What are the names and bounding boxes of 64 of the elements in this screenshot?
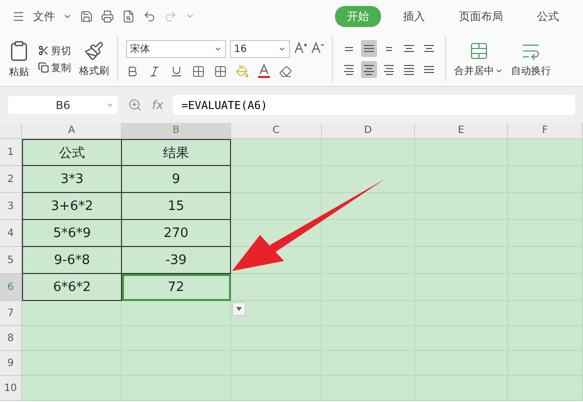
italic-icon[interactable]: [148, 64, 161, 78]
alignment-button[interactable]: [361, 40, 377, 57]
table-cell: 270: [122, 220, 231, 247]
autofill-options-button[interactable]: [232, 302, 246, 316]
border-icon[interactable]: [192, 64, 205, 78]
row-header[interactable]: 7: [0, 301, 22, 326]
font-color-icon[interactable]: [258, 64, 270, 78]
save-icon[interactable]: [80, 10, 93, 22]
caret-icon[interactable]: [236, 307, 242, 311]
table-cell: -39: [122, 247, 231, 274]
cut-button[interactable]: 剪切: [51, 44, 71, 58]
column-header[interactable]: F: [508, 123, 583, 139]
ribbon-tab[interactable]: 公式: [525, 6, 571, 26]
column-header[interactable]: D: [322, 123, 415, 139]
print-preview-icon[interactable]: [122, 10, 135, 22]
table-cell: 9: [122, 166, 231, 193]
row-header[interactable]: 3: [0, 193, 22, 220]
row-header[interactable]: 4: [0, 220, 22, 247]
table-cell: 72: [122, 274, 231, 301]
paste-button[interactable]: 粘贴: [9, 64, 29, 78]
paste-icon[interactable]: [8, 40, 30, 62]
font-name-field[interactable]: 宋体: [126, 40, 226, 58]
formula-field[interactable]: =EVALUATE(A6): [173, 95, 575, 115]
scissors-icon[interactable]: [38, 45, 49, 56]
menu-icon[interactable]: [12, 10, 25, 22]
clear-icon[interactable]: [279, 64, 292, 78]
column-header[interactable]: C: [231, 123, 322, 139]
table-cell: 6*6*2: [22, 274, 122, 301]
fill-color-icon[interactable]: [236, 64, 249, 78]
underline-icon[interactable]: [170, 64, 183, 78]
ribbon-tab[interactable]: 页面布局: [447, 6, 515, 26]
table-cell: 公式: [22, 139, 122, 166]
zoom-icon[interactable]: [128, 98, 142, 112]
chevron-down-icon[interactable]: [214, 45, 222, 53]
column-header[interactable]: E: [415, 123, 508, 139]
row-header[interactable]: 2: [0, 166, 22, 193]
file-menu[interactable]: 文件: [33, 8, 55, 24]
name-box[interactable]: B6: [8, 96, 118, 114]
wrap-text-button[interactable]: 自动换行: [511, 64, 551, 78]
chevron-down-icon[interactable]: [278, 45, 286, 53]
table-cell: 15: [122, 193, 231, 220]
table-cell: 结果: [122, 139, 231, 166]
table-cell: 3+6*2: [22, 193, 122, 220]
table-cell: 9-6*8: [22, 247, 122, 274]
ribbon-tab[interactable]: 插入: [391, 6, 437, 26]
merge-icon[interactable]: [468, 40, 488, 60]
row-header[interactable]: 8: [0, 326, 22, 351]
copy-icon[interactable]: [38, 62, 49, 73]
format-painter-button[interactable]: 格式刷: [79, 64, 109, 78]
merge-center-button[interactable]: 合并居中: [454, 64, 494, 78]
row-header[interactable]: 9: [0, 351, 22, 376]
column-header[interactable]: A: [22, 123, 122, 139]
row-header[interactable]: 10: [0, 376, 22, 401]
undo-icon[interactable]: [143, 10, 156, 22]
row-header[interactable]: 5: [0, 247, 22, 274]
brush-icon[interactable]: [84, 40, 104, 60]
copy-button[interactable]: 复制: [51, 60, 71, 74]
table-cell: 5*6*9: [22, 220, 122, 247]
row-header[interactable]: 1: [0, 139, 22, 166]
bold-icon[interactable]: [126, 64, 139, 78]
font-size-field[interactable]: 16: [230, 40, 290, 58]
table-cell: 3*3: [22, 166, 122, 193]
print-icon[interactable]: [101, 10, 114, 22]
alignment-button[interactable]: [361, 61, 377, 78]
